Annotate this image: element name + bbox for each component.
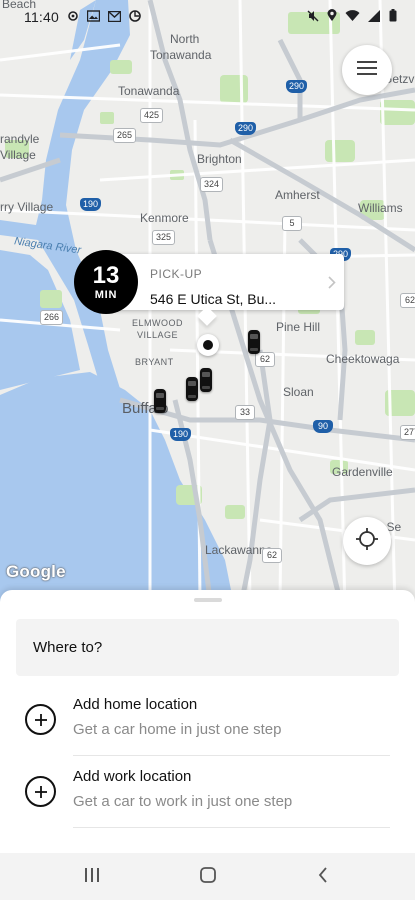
crosshair-icon (355, 527, 379, 556)
map-label-beach: Beach (2, 0, 37, 11)
route-shield: 33 (235, 405, 255, 420)
route-shield: 277 (400, 425, 415, 440)
home-icon (200, 866, 216, 888)
map-label-sloan: Sloan (283, 385, 314, 399)
interstate-shield: 190 (170, 428, 192, 441)
car-icon (186, 377, 198, 401)
pickup-label: PICK-UP (150, 267, 203, 281)
route-shield: 62 (400, 293, 415, 308)
map-label-north-tonawanda: Tonawanda (150, 48, 212, 62)
route-shield: 5 (282, 216, 302, 231)
map-label-tonawanda: Tonawanda (118, 84, 180, 98)
add-circle-icon (25, 704, 56, 735)
add-home-subtitle: Get a car home in just one step (73, 721, 282, 738)
add-work-location-row[interactable]: Add work location Get a car to work in j… (0, 757, 415, 829)
add-home-title: Add home location (73, 696, 198, 713)
destination-search-box[interactable]: Where to? (16, 619, 399, 676)
route-shield: 265 (113, 128, 137, 143)
route-shield: 324 (200, 177, 224, 192)
hamburger-menu-icon (357, 60, 377, 81)
add-home-location-row[interactable]: Add home location Get a car home in just… (0, 685, 415, 757)
map-label-gardenville: Gardenville (332, 465, 393, 479)
chevron-right-icon (328, 276, 336, 294)
map-label-cheektowaga: Cheektowaga (326, 352, 400, 366)
map-label-pine-hill: Pine Hill (276, 320, 321, 334)
map-label-north: North (170, 32, 200, 46)
interstate-shield: 190 (80, 198, 102, 211)
map-label-brighton: Brighton (197, 152, 242, 166)
map-label-elmwood-village: VILLAGE (137, 330, 179, 340)
pickup-callout[interactable]: PICK-UP 546 E Utica St, Bu... 13 MIN (74, 250, 344, 326)
map-label-elmwood: ELMWOOD (132, 318, 184, 328)
back-icon (318, 866, 328, 888)
pickup-pin-dot (203, 340, 213, 350)
menu-button[interactable] (342, 45, 392, 95)
eta-minutes: 13 (92, 261, 120, 289)
interstate-shield: 290 (286, 80, 308, 93)
map-label-grandyle-village: Village (0, 148, 36, 162)
google-logo: Google (6, 562, 66, 581)
car-icon (154, 389, 166, 413)
destination-placeholder: Where to? (33, 639, 103, 656)
system-navigation-bar (0, 853, 415, 900)
route-shield: 62 (255, 352, 275, 367)
map-label-bryant: BRYANT (135, 357, 174, 367)
map-label-kenmore: Kenmore (140, 211, 189, 225)
car-icon (248, 330, 260, 354)
pickup-pin[interactable] (197, 334, 219, 356)
pickup-card[interactable]: PICK-UP 546 E Utica St, Bu... (112, 254, 344, 310)
car-icon (200, 368, 212, 392)
pickup-address: 546 E Utica St, Bu... (150, 291, 277, 307)
map-label-amherst: Amherst (275, 188, 320, 202)
interstate-shield: 290 (235, 122, 257, 135)
eta-badge: 13 MIN (74, 250, 138, 314)
add-work-title: Add work location (73, 768, 192, 785)
route-shield: 266 (40, 310, 64, 325)
route-shield: 325 (152, 230, 176, 245)
interstate-shield: 90 (313, 420, 333, 433)
route-shield: 425 (140, 108, 164, 123)
add-work-subtitle: Get a car to work in just one step (73, 793, 293, 810)
bottom-sheet: Where to? Add home location Get a car ho… (0, 590, 415, 853)
recent-apps-icon (84, 867, 100, 887)
home-button[interactable] (188, 865, 228, 889)
route-shield: 62 (262, 548, 282, 563)
divider (73, 755, 390, 756)
map-label-williamsville: Williams (358, 201, 403, 215)
recent-apps-button[interactable] (72, 865, 112, 889)
eta-unit: MIN (94, 288, 118, 301)
map-label-grandyle: randyle (0, 132, 40, 146)
add-circle-icon (25, 776, 56, 807)
back-button[interactable] (303, 865, 343, 889)
map-label-cherry-village: rry Village (0, 200, 54, 214)
sheet-handle[interactable] (194, 598, 222, 602)
divider (73, 827, 390, 828)
app-screen: Beach North Tonawanda Tonawanda Getzv ra… (0, 0, 415, 900)
my-location-button[interactable] (343, 517, 391, 565)
